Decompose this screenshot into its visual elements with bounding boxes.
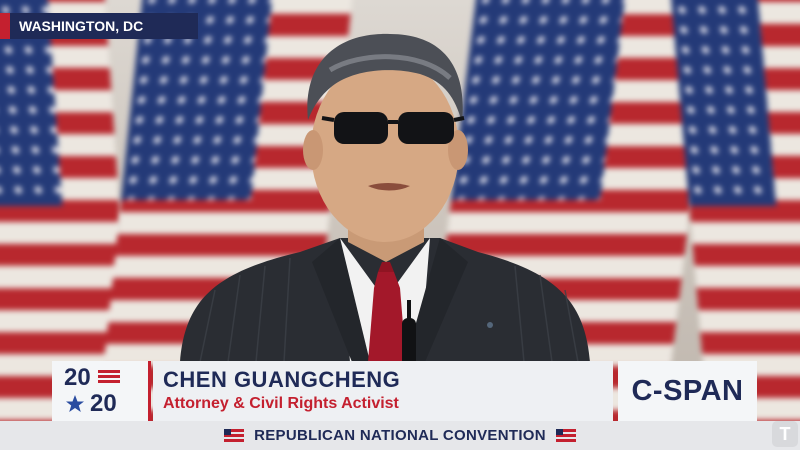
logo-year-bottom: 20: [90, 390, 117, 417]
lower-third: 20 20 CHEN GUANGCHENG Attorney & Civil R…: [52, 361, 757, 421]
location-text: WASHINGTON, DC: [19, 18, 144, 34]
event-name: REPUBLICAN NATIONAL CONVENTION: [254, 427, 546, 444]
convention-bar: REPUBLICAN NATIONAL CONVENTION: [0, 421, 800, 450]
convention-2020-logo: 20 20: [52, 361, 151, 421]
flag-icon-right: [555, 429, 576, 442]
speaker-name-panel: CHEN GUANGCHENG Attorney & Civil Rights …: [153, 361, 613, 421]
flag-icon: [96, 368, 122, 384]
speaker-name: CHEN GUANGCHENG: [163, 367, 401, 392]
logo-year-top: 20: [64, 364, 91, 391]
flag-icon-left: [224, 429, 245, 442]
location-tag-accent: [0, 13, 10, 39]
face: [311, 58, 459, 242]
microphone: [402, 318, 416, 366]
network-logo: C-SPAN: [618, 361, 757, 421]
location-tag: WASHINGTON, DC: [0, 13, 198, 39]
speaker-title: Attorney & Civil Rights Activist: [163, 395, 399, 412]
star-icon: [66, 395, 84, 412]
channel-watermark: T: [772, 421, 798, 447]
